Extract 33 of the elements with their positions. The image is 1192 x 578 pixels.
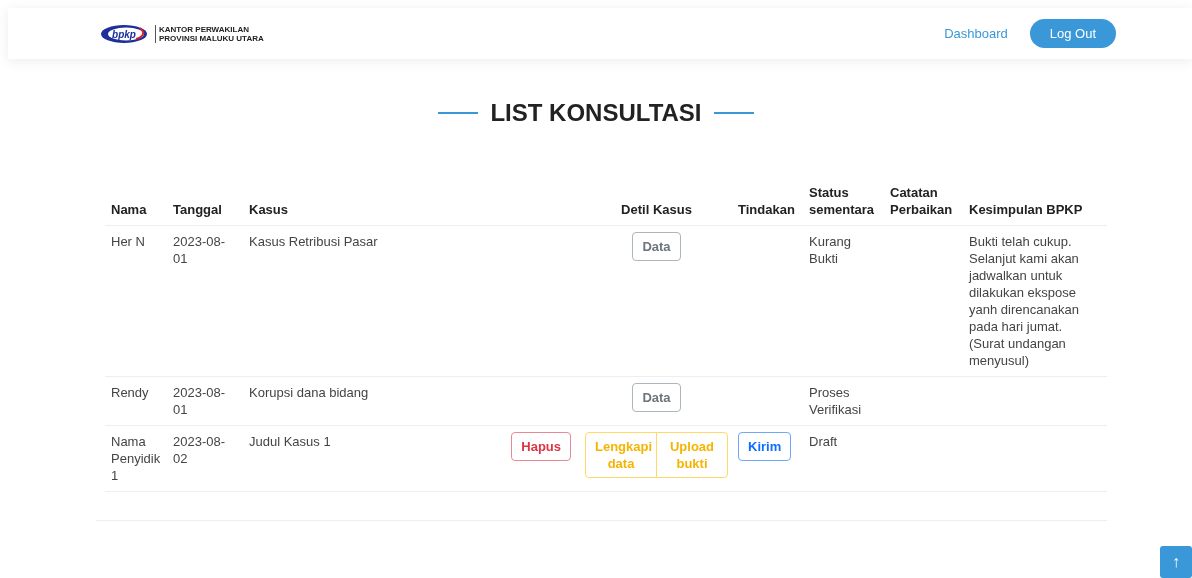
column-header: Catatan Perbaikan: [890, 185, 953, 217]
column-header: Kesimpulan BPKP: [969, 202, 1083, 217]
page-title: LIST KONSULTASI: [490, 99, 702, 127]
table-cell: Proses Verifikasi: [809, 385, 862, 417]
table-cell: Kasus Retribusi Pasar: [249, 233, 378, 250]
table-cell: Nama Penyidik 1: [111, 434, 161, 483]
dashboard-link[interactable]: Dashboard: [944, 26, 1008, 41]
table-cell: Korupsi dana bidang: [249, 384, 369, 401]
delete-button[interactable]: Hapus: [511, 432, 571, 461]
detail-button[interactable]: Data: [632, 232, 681, 261]
table-cell-text: 2023-08-01: [173, 384, 227, 418]
table-cell: Judul Kasus 1: [249, 433, 331, 450]
scroll-top-button[interactable]: ↑: [1160, 546, 1192, 578]
table-cell: Her N: [111, 234, 145, 249]
send-button[interactable]: Kirim: [738, 432, 792, 461]
table-cell-text: 2023-08-01: [173, 233, 227, 267]
detail-button[interactable]: Upload bukti: [656, 432, 728, 478]
logout-button[interactable]: Log Out: [1029, 19, 1116, 48]
column-header: Status sementara: [809, 185, 875, 217]
column-header: Nama: [111, 202, 147, 217]
column-header: Tindakan: [738, 202, 795, 217]
column-header: Tanggal: [173, 202, 222, 217]
column-header: Detil Kasus: [621, 202, 692, 217]
detail-button[interactable]: Data: [632, 383, 681, 412]
logo-text: KANTOR PERWAKILAN: [159, 24, 250, 34]
table-cell: Rendy: [111, 385, 149, 400]
table-cell: Draft: [809, 434, 838, 449]
column-header: Kasus: [249, 202, 289, 217]
detail-button[interactable]: Lengkapi data: [585, 432, 657, 478]
table-cell-text: 2023-08-02: [173, 433, 227, 467]
table-cell-text: Bukti telah cukup. Selanjut kami akan jadwalkan untuk dilakukan ekspose yanh direncanakan pada hari jumat. (Surat undangan menyusul): [969, 233, 1080, 369]
table-cell: Kurang Bukti: [809, 234, 851, 266]
logo-text: PROVINSI MALUKU UTARA: [159, 33, 264, 43]
